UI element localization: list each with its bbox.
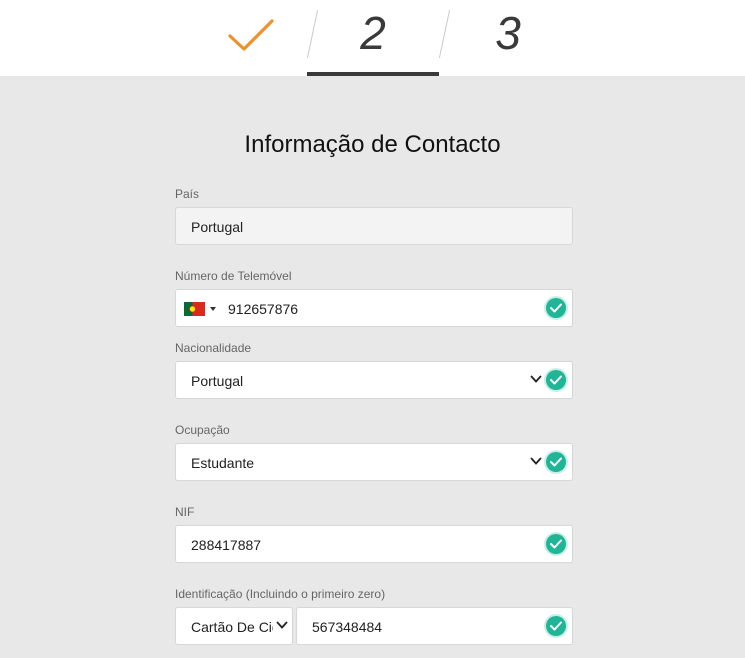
valid-check-icon	[546, 298, 566, 318]
id-number-value[interactable]: 567348484	[312, 608, 382, 646]
phone-value[interactable]: 912657876	[228, 290, 298, 328]
nif-label: NIF	[175, 505, 195, 519]
country-value: Portugal	[191, 219, 244, 235]
chevron-down-icon[interactable]	[530, 375, 542, 383]
contact-form: Informação de Contacto País Portugal Núm…	[0, 76, 745, 658]
chevron-down-icon[interactable]	[276, 621, 288, 629]
step-2-number: 2	[360, 7, 386, 59]
valid-check-icon	[546, 452, 566, 472]
step-3-number: 3	[495, 7, 521, 59]
nationality-value: Portugal	[191, 373, 244, 389]
form-title: Informação de Contacto	[244, 131, 501, 158]
country-field: Portugal	[175, 207, 573, 245]
nationality-label: Nacionalidade	[175, 341, 252, 355]
occupation-value: Estudante	[191, 455, 255, 471]
step-3[interactable]: 3	[442, 0, 574, 76]
id-number-field[interactable]: 567348484	[296, 607, 573, 645]
step-indicator: 2 3	[0, 0, 745, 76]
occupation-label: Ocupação	[175, 423, 230, 437]
check-icon	[228, 19, 274, 51]
valid-check-icon	[546, 534, 566, 554]
id-type-select[interactable]: Cartão De Cidadão	[175, 607, 293, 645]
valid-check-icon	[546, 616, 566, 636]
identification-label: Identificação (Incluindo o primeiro zero…	[175, 587, 386, 601]
country-code-caret-icon[interactable]	[210, 307, 216, 311]
nif-field[interactable]: 288417887	[175, 525, 573, 563]
valid-check-icon	[546, 370, 566, 390]
step-2[interactable]: 2	[307, 0, 439, 76]
id-type-value: Cartão De Cidadão	[191, 619, 273, 635]
country-label: País	[175, 187, 200, 201]
phone-label: Número de Telemóvel	[175, 269, 292, 283]
portugal-flag-icon[interactable]	[184, 302, 205, 316]
nationality-select[interactable]: Portugal	[175, 361, 573, 399]
chevron-down-icon[interactable]	[530, 457, 542, 465]
occupation-select[interactable]: Estudante	[175, 443, 573, 481]
phone-field[interactable]: 912657876	[175, 289, 573, 327]
nif-value[interactable]: 288417887	[191, 526, 261, 564]
